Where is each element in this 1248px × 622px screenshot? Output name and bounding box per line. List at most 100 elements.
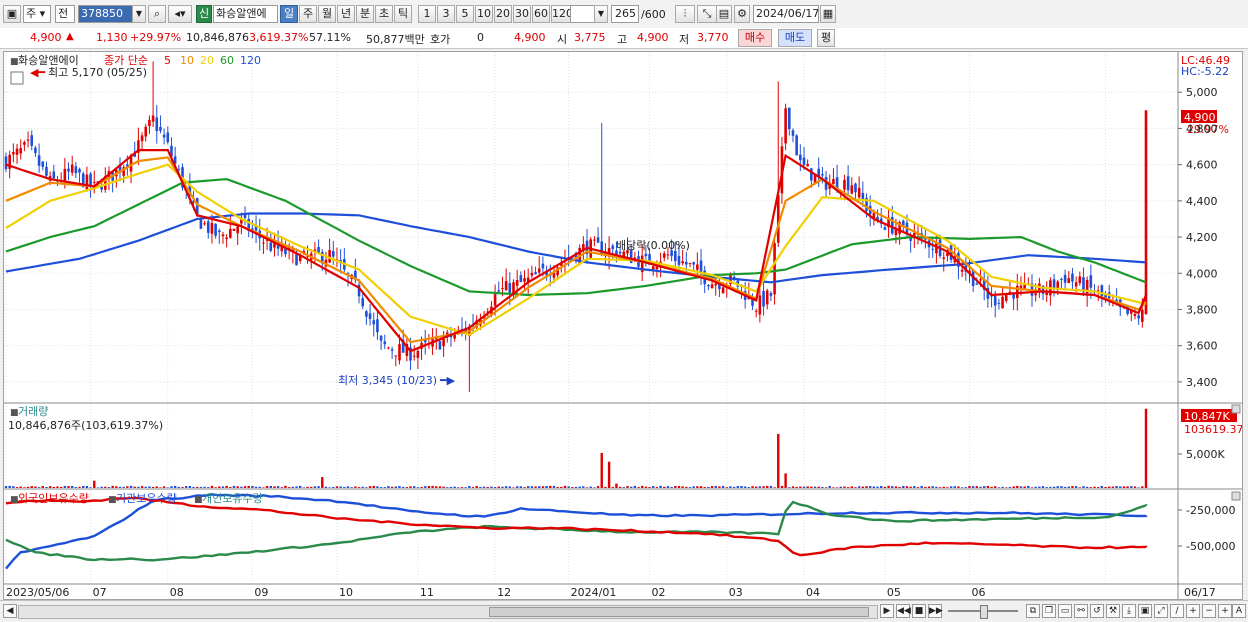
- interval-button-3[interactable]: 10: [475, 5, 493, 23]
- zoom-in-icon[interactable]: +: [1186, 604, 1200, 618]
- reset-icon[interactable]: ↺: [1090, 604, 1104, 618]
- holdings-panel-close-icon[interactable]: [1231, 491, 1241, 501]
- export-icon[interactable]: ⤓: [1122, 604, 1136, 618]
- tool-icon[interactable]: ⚒: [1106, 604, 1120, 618]
- candle-body: [159, 127, 162, 131]
- count-input[interactable]: 265: [611, 5, 639, 23]
- volume-bar: [63, 485, 67, 488]
- volume-bar: [479, 486, 482, 488]
- volume-bar: [361, 486, 364, 488]
- pattern-icon[interactable]: ⚯: [1074, 604, 1088, 618]
- interval-button-0[interactable]: 1: [418, 5, 436, 23]
- interval-button-7[interactable]: 120: [551, 5, 573, 23]
- candle-body: [199, 219, 203, 229]
- period-button-0[interactable]: 일: [280, 5, 298, 23]
- interval-button-6[interactable]: 60: [532, 5, 550, 23]
- price-change-rate: +29.97%: [130, 31, 182, 44]
- candle-body: [383, 341, 387, 345]
- interval-button-1[interactable]: 3: [437, 5, 455, 23]
- zoom-out-icon[interactable]: −: [1202, 604, 1216, 618]
- volume-bar: [938, 487, 942, 488]
- view-mode-select[interactable]: 전: [55, 5, 75, 23]
- volume-bar: [699, 486, 703, 488]
- rewind-icon[interactable]: ◀◀: [896, 604, 911, 618]
- date-input[interactable]: 2024/06/17: [753, 5, 819, 23]
- volume-bar: [1078, 487, 1082, 488]
- sell-button[interactable]: 매도: [778, 29, 812, 47]
- line-icon[interactable]: ∕: [1170, 604, 1184, 618]
- volume-bar: [368, 486, 372, 488]
- volume-bar: [821, 487, 824, 488]
- volume-bar: [1130, 486, 1133, 488]
- horizontal-scrollbar[interactable]: [18, 605, 878, 619]
- gear-icon[interactable]: ⚙: [734, 5, 750, 23]
- candle-settings-icon[interactable]: ⫶: [675, 5, 695, 23]
- scroll-thumb[interactable]: [489, 607, 869, 617]
- period-button-5[interactable]: 초: [375, 5, 393, 23]
- interval-button-2[interactable]: 5: [456, 5, 474, 23]
- volume-bar: [129, 485, 133, 488]
- candle-body: [85, 174, 89, 190]
- volume-bar: [424, 486, 427, 488]
- volume-bar: [909, 486, 912, 488]
- credit-badge[interactable]: 신: [196, 5, 212, 23]
- evaluation-button[interactable]: 평: [817, 29, 835, 47]
- volume-bar: [876, 486, 879, 488]
- candle-body: [30, 135, 34, 146]
- candle-body: [662, 253, 666, 258]
- quote-price: 4,900: [514, 31, 546, 44]
- compare-icon[interactable]: ▭: [1058, 604, 1072, 618]
- scroll-right-icon[interactable]: ▶: [880, 604, 894, 618]
- expand-icon[interactable]: ⤢: [1154, 604, 1168, 618]
- code-dropdown-icon[interactable]: ▼: [132, 5, 146, 23]
- ma-legend-120: 120: [240, 54, 261, 67]
- volume-bar: [420, 487, 423, 488]
- volume-bar: [468, 486, 471, 488]
- volume-bar: [412, 486, 416, 488]
- volume-bar: [243, 486, 247, 488]
- period-button-6[interactable]: 틱: [394, 5, 412, 23]
- market-type-select[interactable]: 주 ▾: [23, 5, 51, 23]
- volume-panel-close-icon[interactable]: [1231, 404, 1241, 414]
- candle-body: [394, 355, 398, 357]
- draw-tool-icon[interactable]: ⤡: [697, 5, 717, 23]
- fast-forward-icon[interactable]: ▶▶: [928, 604, 943, 618]
- crosshair-icon[interactable]: +: [1218, 604, 1232, 618]
- search-icon[interactable]: ⌕: [148, 5, 166, 23]
- font-size-icon[interactable]: A: [1232, 604, 1246, 618]
- speaker-icon[interactable]: ◂▾: [168, 5, 192, 23]
- period-button-4[interactable]: 분: [356, 5, 374, 23]
- volume-bar: [199, 486, 203, 488]
- window-menu-icon[interactable]: ▣: [3, 5, 21, 23]
- candle-body: [148, 119, 151, 127]
- volume-bar: [924, 486, 927, 488]
- interval-dropdown-icon[interactable]: ▼: [594, 5, 608, 23]
- volume-bar: [729, 486, 732, 488]
- scroll-left-icon[interactable]: ◀: [3, 604, 17, 618]
- buy-button[interactable]: 매수: [738, 29, 772, 47]
- period-button-1[interactable]: 주: [299, 5, 317, 23]
- volume-bar: [504, 486, 508, 488]
- volume-bar: [118, 486, 122, 488]
- volume-bar: [578, 486, 581, 488]
- chart-area[interactable]: ■ 화승알앤에이 종가 단순 5 10 20 60 120 ◀━ 최고 5,170 (0…: [3, 51, 1244, 600]
- grid-toggle-icon[interactable]: [10, 71, 24, 85]
- volume-bar: [523, 487, 526, 488]
- period-button-3[interactable]: 년: [337, 5, 355, 23]
- volume-bar: [1049, 486, 1052, 488]
- period-button-2[interactable]: 월: [318, 5, 336, 23]
- interval-button-4[interactable]: 20: [494, 5, 512, 23]
- stop-icon[interactable]: ■: [912, 604, 926, 618]
- volume-bar: [835, 487, 839, 488]
- chart-svg[interactable]: ■ 화승알앤에이 종가 단순 5 10 20 60 120 ◀━ 최고 5,170 (0…: [4, 52, 1244, 599]
- calendar-icon[interactable]: ▦: [820, 5, 836, 23]
- save-icon[interactable]: ▤: [716, 5, 732, 23]
- volume-bar: [585, 487, 589, 488]
- copy-icon[interactable]: ❐: [1042, 604, 1056, 618]
- window-icon[interactable]: ▣: [1138, 604, 1152, 618]
- candle-body: [799, 154, 802, 161]
- interval-button-5[interactable]: 30: [513, 5, 531, 23]
- zoom-slider-handle[interactable]: [980, 605, 988, 619]
- layout-icon[interactable]: ⧉: [1026, 604, 1040, 618]
- price-y-tick: 4,600: [1186, 159, 1218, 172]
